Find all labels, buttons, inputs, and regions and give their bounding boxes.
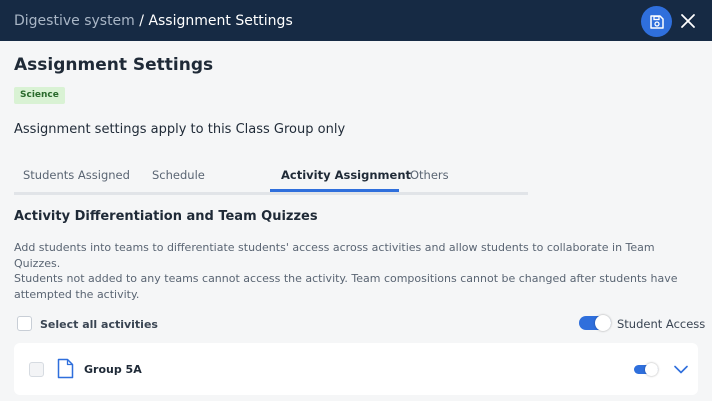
breadcrumb-separator: / bbox=[134, 13, 149, 29]
active-tab-indicator bbox=[270, 189, 399, 192]
group-checkbox[interactable] bbox=[29, 362, 44, 377]
select-all-checkbox[interactable] bbox=[17, 316, 32, 331]
assignment-settings-dialog: Digestive system / Assignment Settings A… bbox=[0, 0, 712, 401]
group-label: Group 5A bbox=[84, 363, 142, 376]
student-access-toggle[interactable] bbox=[579, 315, 611, 331]
save-button[interactable] bbox=[641, 6, 672, 37]
student-access-label: Student Access bbox=[617, 317, 706, 331]
toggle-knob bbox=[645, 363, 658, 376]
top-bar: Digestive system / Assignment Settings bbox=[0, 0, 712, 41]
section-title: Activity Differentiation and Team Quizze… bbox=[14, 209, 318, 224]
section-description-1: Add students into teams to differentiate… bbox=[14, 241, 655, 270]
breadcrumb-current: Assignment Settings bbox=[148, 13, 293, 29]
page-description: Assignment settings apply to this Class … bbox=[14, 122, 346, 137]
breadcrumb: Digestive system / Assignment Settings bbox=[14, 13, 293, 29]
tab-students-assigned[interactable]: Students Assigned bbox=[23, 168, 130, 182]
close-icon bbox=[681, 14, 695, 28]
document-icon bbox=[57, 358, 74, 379]
section-description-2: Students not added to any teams cannot a… bbox=[14, 272, 678, 301]
chevron-down-icon[interactable] bbox=[674, 365, 688, 374]
tab-activity-assignment[interactable]: Activity Assignment bbox=[281, 168, 411, 182]
subject-badge: Science bbox=[14, 87, 65, 104]
close-button[interactable] bbox=[680, 13, 696, 29]
group-access-toggle[interactable] bbox=[634, 363, 658, 376]
breadcrumb-parent[interactable]: Digestive system bbox=[14, 13, 135, 29]
toggle-knob bbox=[595, 315, 611, 331]
tab-others[interactable]: Others bbox=[410, 168, 449, 182]
tab-schedule[interactable]: Schedule bbox=[152, 168, 205, 182]
settings-tabs: Students Assigned Schedule Activity Assi… bbox=[14, 164, 528, 195]
select-all-label: Select all activities bbox=[40, 318, 158, 331]
page-title: Assignment Settings bbox=[14, 55, 214, 75]
group-card: Group 5A bbox=[14, 343, 698, 395]
save-icon bbox=[649, 14, 664, 29]
